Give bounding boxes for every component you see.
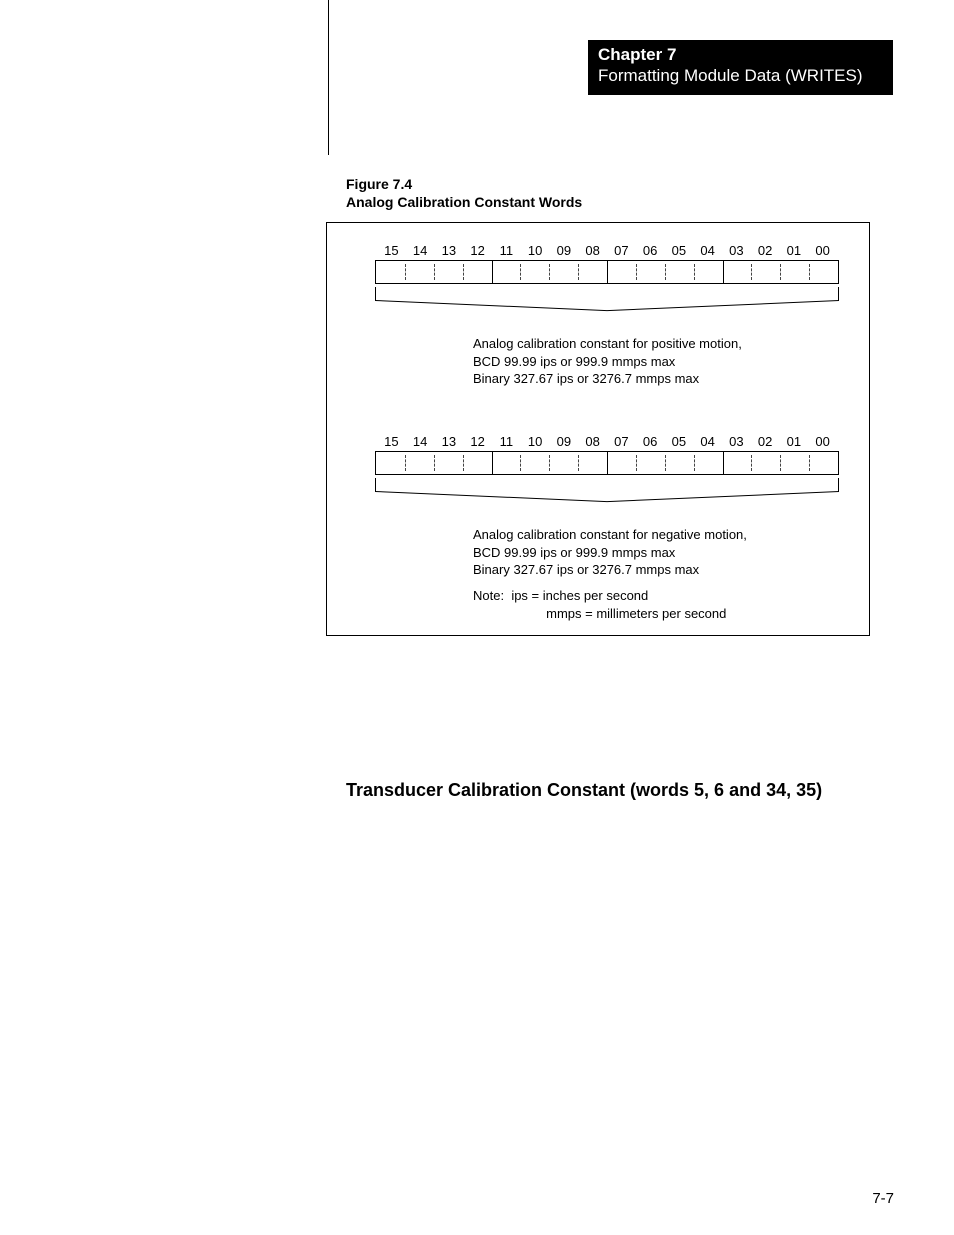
figure-number: Figure 7.4: [346, 176, 582, 194]
bit-label: 15: [377, 434, 406, 449]
section-heading: Transducer Calibration Constant (words 5…: [346, 780, 822, 801]
note-line: Note: ips = inches per second: [473, 587, 726, 605]
bit-word-negative: 15 14 13 12 11 10 09 08 07 06 05 04 03 0…: [375, 434, 839, 498]
positive-description: Analog calibration constant for positive…: [473, 335, 742, 388]
bit-label: 05: [665, 434, 694, 449]
bit-label: 01: [780, 434, 809, 449]
bit-label: 11: [492, 434, 521, 449]
page-number: 7-7: [872, 1190, 894, 1207]
bit-label: 12: [463, 243, 492, 258]
desc-line: Analog calibration constant for negative…: [473, 526, 747, 544]
bit-label: 00: [808, 434, 837, 449]
bit-label: 08: [578, 243, 607, 258]
figure-title: Analog Calibration Constant Words: [346, 194, 582, 212]
bit-row: [375, 451, 839, 475]
desc-line: Binary 327.67 ips or 3276.7 mmps max: [473, 370, 742, 388]
vertical-divider: [328, 0, 329, 155]
bit-label: 02: [751, 243, 780, 258]
note-block: Note: ips = inches per second mmps = mil…: [473, 587, 726, 622]
bit-label: 03: [722, 243, 751, 258]
bit-label: 14: [406, 434, 435, 449]
bit-label: 10: [521, 434, 550, 449]
note-text: mmps = millimeters per second: [546, 606, 726, 621]
chapter-header: Chapter 7 Formatting Module Data (WRITES…: [588, 40, 893, 95]
brace-icon: [375, 478, 839, 498]
bit-label: 04: [693, 434, 722, 449]
note-line: mmps = millimeters per second: [473, 605, 726, 623]
note-prefix: Note:: [473, 588, 504, 603]
figure-box: 15 14 13 12 11 10 09 08 07 06 05 04 03 0…: [326, 222, 870, 636]
bit-label: 09: [550, 243, 579, 258]
brace-icon: [375, 287, 839, 307]
bit-label: 07: [607, 243, 636, 258]
bit-label: 13: [435, 434, 464, 449]
bit-label: 07: [607, 434, 636, 449]
bit-row: [375, 260, 839, 284]
negative-description: Analog calibration constant for negative…: [473, 526, 747, 579]
desc-line: Analog calibration constant for positive…: [473, 335, 742, 353]
desc-line: BCD 99.99 ips or 999.9 mmps max: [473, 544, 747, 562]
desc-line: BCD 99.99 ips or 999.9 mmps max: [473, 353, 742, 371]
bit-label: 00: [808, 243, 837, 258]
chapter-label: Chapter 7: [598, 46, 883, 65]
bit-label: 06: [636, 434, 665, 449]
bit-labels: 15 14 13 12 11 10 09 08 07 06 05 04 03 0…: [375, 434, 839, 449]
bit-label: 05: [665, 243, 694, 258]
desc-line: Binary 327.67 ips or 3276.7 mmps max: [473, 561, 747, 579]
bit-label: 11: [492, 243, 521, 258]
bit-label: 09: [550, 434, 579, 449]
note-text: ips = inches per second: [511, 588, 648, 603]
bit-labels: 15 14 13 12 11 10 09 08 07 06 05 04 03 0…: [375, 243, 839, 258]
bit-label: 03: [722, 434, 751, 449]
bit-word-positive: 15 14 13 12 11 10 09 08 07 06 05 04 03 0…: [375, 243, 839, 307]
bit-label: 12: [463, 434, 492, 449]
bit-label: 08: [578, 434, 607, 449]
bit-label: 14: [406, 243, 435, 258]
bit-label: 15: [377, 243, 406, 258]
bit-label: 02: [751, 434, 780, 449]
bit-label: 01: [780, 243, 809, 258]
bit-label: 06: [636, 243, 665, 258]
chapter-subtitle: Formatting Module Data (WRITES): [598, 65, 883, 86]
figure-caption: Figure 7.4 Analog Calibration Constant W…: [346, 176, 582, 211]
bit-label: 04: [693, 243, 722, 258]
bit-label: 13: [435, 243, 464, 258]
bit-label: 10: [521, 243, 550, 258]
